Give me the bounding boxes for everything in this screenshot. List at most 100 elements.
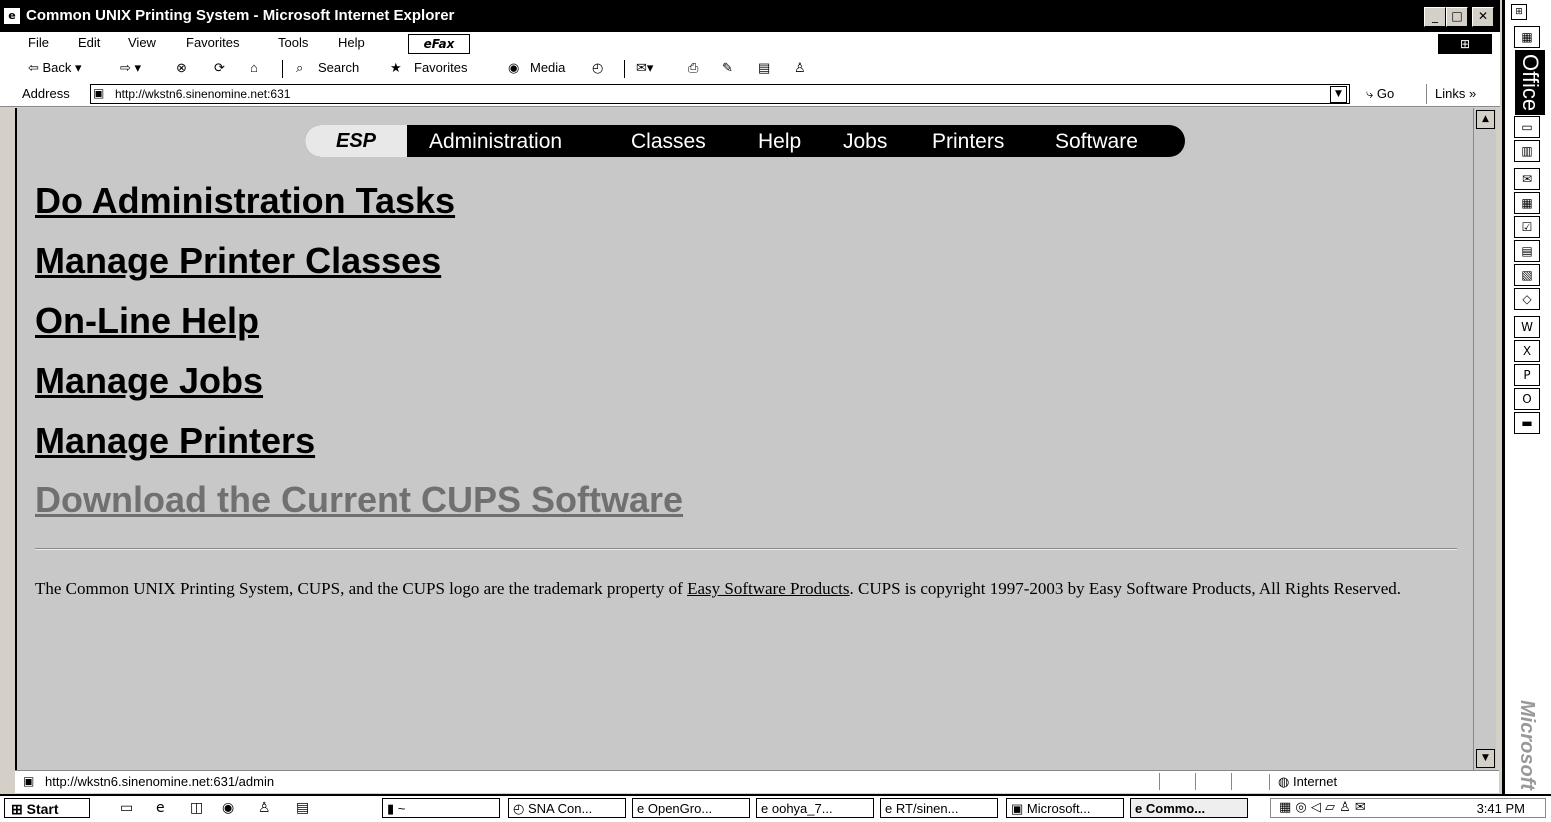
vertical-scrollbar[interactable]: ▲ ▼: [1473, 108, 1496, 770]
show-desktop-icon[interactable]: ▭: [120, 800, 133, 816]
scroll-up-icon[interactable]: ▲: [1476, 110, 1495, 129]
minimize-button[interactable]: _: [1424, 7, 1446, 27]
link-admin-tasks[interactable]: Do Administration Tasks: [35, 180, 455, 222]
excel-icon[interactable]: X: [1514, 340, 1540, 362]
maximize-button[interactable]: □: [1446, 7, 1468, 27]
discuss-icon[interactable]: ▤: [758, 60, 770, 76]
nav-software[interactable]: Software: [1055, 130, 1138, 154]
status-cell: [1159, 773, 1194, 790]
media-button[interactable]: Media: [530, 60, 565, 75]
menu-help[interactable]: Help: [338, 35, 365, 50]
refresh-icon[interactable]: ⟳: [214, 60, 225, 76]
outlook-mail-icon[interactable]: ✉: [1514, 168, 1540, 190]
link-printer-classes[interactable]: Manage Printer Classes: [35, 240, 441, 282]
title-bar[interactable]: e Common UNIX Printing System - Microsof…: [0, 0, 1500, 32]
office-label: Office: [1515, 50, 1545, 116]
print-icon[interactable]: ⎙: [688, 60, 698, 76]
url-input[interactable]: [115, 85, 1315, 102]
nav-jobs[interactable]: Jobs: [843, 130, 887, 154]
outlook-quicklaunch-icon[interactable]: ◫: [190, 800, 203, 816]
status-text: http://wkstn6.sinenomine.net:631/admin: [45, 774, 275, 789]
tasks-icon[interactable]: ☑: [1514, 216, 1540, 238]
go-label: Go: [1376, 86, 1395, 101]
start-label: Start: [26, 801, 59, 817]
media-icon[interactable]: ◉: [508, 60, 519, 76]
powerpoint-icon[interactable]: P: [1514, 364, 1540, 386]
favorites-icon[interactable]: ★: [390, 60, 402, 76]
messenger-quicklaunch-icon[interactable]: ♙: [258, 800, 271, 816]
menu-view[interactable]: View: [128, 35, 156, 50]
home-icon[interactable]: ⌂: [250, 60, 258, 75]
office-menu-icon[interactable]: ▦: [1514, 26, 1540, 48]
edit-icon[interactable]: ✎: [722, 60, 733, 76]
taskbar-common-unix[interactable]: e Commo...: [1130, 798, 1248, 818]
windows-flag-icon: ⊞: [11, 801, 23, 817]
ie-quicklaunch-icon[interactable]: e: [156, 800, 165, 816]
link-manage-printers[interactable]: Manage Printers: [35, 420, 315, 462]
zone-label: Internet: [1292, 774, 1338, 789]
tray-icons[interactable]: ▦ ◎ ◁ ▱ ♙ ✉: [1279, 800, 1366, 815]
taskbar-microsoft[interactable]: ▣ Microsoft...: [1006, 798, 1124, 818]
menu-tools[interactable]: Tools: [278, 35, 308, 50]
scroll-down-icon[interactable]: ▼: [1476, 749, 1495, 768]
address-label: Address: [22, 86, 70, 101]
address-field[interactable]: ▣ ▼: [90, 84, 1350, 104]
nav-classes[interactable]: Classes: [631, 130, 706, 154]
access-icon[interactable]: ▬: [1514, 412, 1540, 434]
history-icon[interactable]: ◴: [592, 60, 603, 76]
page-status-icon: ▣: [23, 774, 35, 788]
taskbar-terminal[interactable]: ▮ ~: [382, 798, 500, 818]
office-clipboard-icon[interactable]: ▥: [1514, 140, 1540, 162]
menu-edit[interactable]: Edit: [78, 35, 100, 50]
go-button[interactable]: ⤷ Go: [1366, 86, 1394, 102]
link-manage-jobs[interactable]: Manage Jobs: [35, 360, 263, 402]
forward-button[interactable]: ⇨ ▾: [120, 60, 141, 76]
search-icon[interactable]: ⌕: [296, 60, 303, 76]
task-label: RT/sinen...: [895, 801, 959, 816]
clock[interactable]: 3:41 PM: [1477, 801, 1525, 816]
task-label: oohya_7...: [771, 801, 833, 816]
search-button[interactable]: Search: [318, 60, 359, 75]
esp-logo[interactable]: ESP: [305, 125, 407, 157]
explorer-quicklaunch-icon[interactable]: ▤: [296, 800, 309, 816]
taskbar-sna-console[interactable]: ◴ SNA Con...: [508, 798, 626, 818]
microsoft-label: Microsoft: [1516, 700, 1538, 790]
close-button[interactable]: ✕: [1472, 7, 1494, 27]
favorites-button[interactable]: Favorites: [414, 60, 467, 75]
links-button[interactable]: Links »: [1426, 84, 1505, 104]
link-download-cups[interactable]: Download the Current CUPS Software: [35, 479, 683, 521]
address-dropdown-icon[interactable]: ▼: [1330, 86, 1347, 103]
nav-help[interactable]: Help: [758, 130, 801, 154]
media-quicklaunch-icon[interactable]: ◉: [222, 800, 234, 816]
go-arrow-icon: ⤷: [1366, 86, 1374, 101]
messenger-icon[interactable]: ♙: [794, 60, 806, 76]
calendar-icon[interactable]: ▦: [1514, 192, 1540, 214]
office-logo-icon[interactable]: ⊞: [1511, 4, 1527, 20]
stop-icon[interactable]: ⊗: [176, 60, 187, 76]
taskbar-rt-sinen[interactable]: e RT/sinen...: [880, 798, 998, 818]
address-bar: Address ▣ ▼ ⤷ Go Links »: [0, 82, 1500, 107]
outlook-icon[interactable]: O: [1514, 388, 1540, 410]
nav-administration[interactable]: Administration: [429, 130, 562, 154]
toolbar-separator: [282, 60, 283, 78]
nav-printers[interactable]: Printers: [932, 130, 1004, 154]
link-online-help[interactable]: On-Line Help: [35, 300, 259, 342]
mail-icon[interactable]: ✉▾: [636, 60, 653, 76]
page-icon: ▣: [93, 86, 105, 100]
taskbar-oohya[interactable]: e oohya_7...: [756, 798, 874, 818]
menu-file[interactable]: File: [28, 35, 49, 50]
toolbar-separator: [624, 60, 625, 78]
footer-text-after: . CUPS is copyright 1997-2003 by Easy So…: [849, 579, 1402, 598]
word-icon[interactable]: W: [1514, 316, 1540, 338]
taskbar-opengroup[interactable]: e OpenGro...: [632, 798, 750, 818]
menu-favorites[interactable]: Favorites: [186, 35, 239, 50]
journal-icon[interactable]: ▧: [1514, 264, 1540, 286]
contacts-icon[interactable]: ▤: [1514, 240, 1540, 262]
status-cell: [1231, 773, 1266, 790]
easy-software-link[interactable]: Easy Software Products: [687, 579, 849, 598]
back-button[interactable]: ⇦ Back ▾: [28, 60, 82, 76]
office-window-icon[interactable]: ▭: [1514, 116, 1540, 138]
notes-icon[interactable]: ◇: [1514, 288, 1540, 310]
efax-button[interactable]: eFax: [408, 34, 470, 54]
start-button[interactable]: ⊞ Start: [4, 798, 90, 818]
